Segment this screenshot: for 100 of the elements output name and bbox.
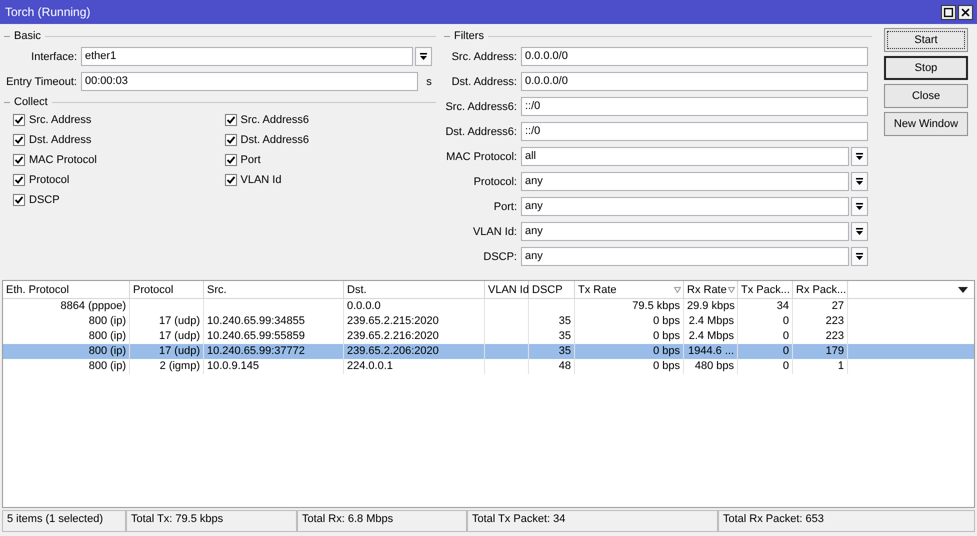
- field-label: Protocol:: [472, 176, 517, 188]
- column-header[interactable]: Protocol: [130, 281, 204, 298]
- checkbox-label: VLAN Id: [240, 174, 282, 186]
- group-title: Filters: [454, 30, 484, 42]
- column-header[interactable]: Eth. Protocol: [3, 281, 130, 298]
- checkbox-label: Src. Address6: [240, 114, 309, 126]
- field-label: Interface:: [30, 50, 77, 62]
- dropdown-field[interactable]: any: [521, 172, 849, 191]
- field-label: Port:: [492, 200, 517, 212]
- checkbox[interactable]: [13, 194, 25, 206]
- column-header[interactable]: DSCP: [529, 281, 575, 298]
- column-title: Protocol: [133, 284, 174, 296]
- status-text: Total Tx Packet: 34: [467, 510, 718, 532]
- action-button[interactable]: Close: [884, 84, 968, 108]
- checkbox-label: Protocol: [29, 174, 70, 186]
- status-text: Total Rx Packet: 653: [718, 510, 975, 532]
- field-label: VLAN Id:: [472, 226, 517, 238]
- checkbox-label: MAC Protocol: [29, 154, 97, 166]
- window-title: Torch (Running): [5, 5, 90, 19]
- column-header[interactable]: Dst.: [344, 281, 485, 298]
- table-cell: 480 bps: [684, 359, 738, 374]
- close-button[interactable]: [958, 4, 973, 20]
- action-button[interactable]: Start: [884, 28, 968, 52]
- input-field[interactable]: ::/0: [521, 122, 868, 141]
- table-cell: 0: [738, 359, 793, 374]
- dropdown-arrow-icon: [855, 177, 864, 186]
- dropdown-button[interactable]: [851, 147, 868, 166]
- table-cell: 224.0.0.1: [344, 359, 485, 374]
- dropdown-button[interactable]: [851, 247, 868, 266]
- column-title: Tx Pack...: [741, 284, 790, 296]
- dropdown-field[interactable]: all: [521, 147, 849, 166]
- sort-icon: [674, 287, 681, 293]
- dropdown-button[interactable]: [851, 197, 868, 216]
- checkbox-label: Dst. Address: [29, 134, 92, 146]
- sort-icon: [728, 287, 735, 293]
- column-title: Rx Pack...: [796, 284, 846, 296]
- dropdown-arrow-icon: [855, 152, 864, 161]
- field-label: Src. Address:: [450, 50, 517, 62]
- table-cell: 2 (igmp): [130, 359, 204, 374]
- column-title: Src.: [207, 284, 227, 296]
- column-header[interactable]: Src.: [204, 281, 344, 298]
- field-label: DSCP:: [482, 250, 517, 262]
- column-title: VLAN Id: [488, 284, 529, 296]
- dropdown-arrow-icon: [855, 252, 864, 261]
- field-label: Entry Timeout:: [5, 76, 77, 88]
- field-label: Dst. Address:: [450, 76, 517, 88]
- input-field[interactable]: 00:00:03: [81, 72, 418, 91]
- checkbox-label: Port: [240, 154, 261, 166]
- column-title: DSCP: [532, 284, 563, 296]
- column-header[interactable]: VLAN Id: [485, 281, 529, 298]
- table-row[interactable]: 800 (ip) 17 (udp) 10.240.65.99:37772 239.65.2.206:2020 35 0 bps 1944.6 ... 0 179: [3, 344, 974, 359]
- checkbox-label: DSCP: [29, 194, 60, 206]
- checkbox[interactable]: [13, 134, 25, 146]
- column-menu-icon[interactable]: [958, 286, 968, 292]
- dropdown-field[interactable]: ether1: [81, 47, 413, 66]
- field-label: MAC Protocol:: [445, 150, 517, 162]
- dropdown-button[interactable]: [851, 172, 868, 191]
- table-cell: 1: [793, 359, 848, 374]
- checkbox[interactable]: [224, 134, 236, 146]
- table-cell: 48: [529, 359, 575, 374]
- dropdown-field[interactable]: any: [521, 222, 849, 241]
- column-header[interactable]: Rx Pack...: [793, 281, 848, 298]
- dropdown-arrow-icon: [855, 227, 864, 236]
- column-header[interactable]: Rx Rate: [684, 281, 738, 298]
- checkbox[interactable]: [13, 114, 25, 126]
- table-cell: 800 (ip): [3, 359, 130, 374]
- checkbox-label: Src. Address: [29, 114, 92, 126]
- checkbox[interactable]: [224, 174, 236, 186]
- field-label: Dst. Address6:: [444, 126, 517, 138]
- group-title: Basic: [14, 30, 41, 42]
- table-cell: 0 bps: [575, 359, 684, 374]
- status-text: Total Rx: 6.8 Mbps: [297, 510, 467, 532]
- action-button[interactable]: New Window: [884, 112, 968, 136]
- column-title: Rx Rate: [687, 284, 727, 296]
- column-header[interactable]: Tx Pack...: [738, 281, 793, 298]
- column-title: Tx Rate: [578, 284, 617, 296]
- input-field[interactable]: ::/0: [521, 97, 868, 116]
- checkbox[interactable]: [13, 174, 25, 186]
- dropdown-button[interactable]: [851, 222, 868, 241]
- table-cell: 10.0.9.145: [204, 359, 344, 374]
- dropdown-arrow-icon: [855, 202, 864, 211]
- status-text: 5 items (1 selected): [2, 510, 126, 532]
- dropdown-button[interactable]: [415, 47, 432, 66]
- field-label: Src. Address6:: [444, 100, 517, 112]
- group-title: Collect: [14, 96, 48, 108]
- column-header[interactable]: Tx Rate: [575, 281, 684, 298]
- maximize-button[interactable]: [941, 4, 956, 20]
- checkbox[interactable]: [224, 154, 236, 166]
- action-button[interactable]: Stop: [884, 56, 968, 80]
- checkbox[interactable]: [224, 114, 236, 126]
- dropdown-arrow-icon: [419, 52, 428, 61]
- column-title: Dst.: [347, 284, 367, 296]
- status-text: Total Tx: 79.5 kbps: [126, 510, 297, 532]
- checkbox[interactable]: [13, 154, 25, 166]
- dropdown-field[interactable]: any: [521, 197, 849, 216]
- input-field[interactable]: 0.0.0.0/0: [521, 47, 868, 66]
- checkbox-label: Dst. Address6: [240, 134, 309, 146]
- column-title: Eth. Protocol: [6, 284, 69, 296]
- input-field[interactable]: 0.0.0.0/0: [521, 72, 868, 91]
- dropdown-field[interactable]: any: [521, 247, 849, 266]
